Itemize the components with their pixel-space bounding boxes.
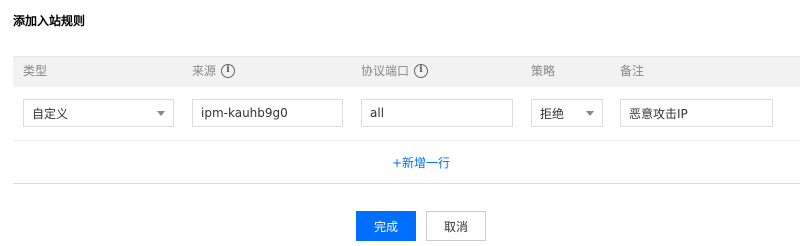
type-select[interactable]: 自定义 xyxy=(23,99,174,127)
policy-select-value: 拒绝 xyxy=(540,106,565,121)
footer-divider xyxy=(13,183,800,184)
column-header-source: 来源 i xyxy=(192,62,236,79)
chevron-down-icon xyxy=(586,110,594,116)
column-label: 协议端口 xyxy=(361,64,410,78)
column-header-remark: 备注 xyxy=(620,62,644,79)
cancel-button[interactable]: 取消 xyxy=(426,211,486,241)
source-field[interactable] xyxy=(192,99,343,127)
info-icon[interactable]: i xyxy=(414,63,429,78)
column-label: 备注 xyxy=(620,64,645,78)
column-label: 策略 xyxy=(531,64,556,78)
chevron-down-icon xyxy=(157,110,165,116)
row-divider xyxy=(13,140,800,141)
type-select-value: 自定义 xyxy=(32,106,69,121)
dialog-title: 添加入站规则 xyxy=(13,14,86,28)
confirm-button[interactable]: 完成 xyxy=(356,211,416,241)
remark-input[interactable] xyxy=(629,106,764,120)
column-label: 来源 xyxy=(192,64,217,78)
add-row-link[interactable]: +新增一行 xyxy=(392,154,450,171)
column-header-port: 协议端口 i xyxy=(361,62,429,79)
port-input[interactable] xyxy=(370,106,504,120)
column-header-type: 类型 xyxy=(23,62,47,79)
info-icon[interactable]: i xyxy=(221,63,236,78)
column-label: 类型 xyxy=(23,64,48,78)
remark-field[interactable] xyxy=(620,99,773,127)
column-header-policy: 策略 xyxy=(531,62,555,79)
source-input[interactable] xyxy=(201,106,334,120)
policy-select[interactable]: 拒绝 xyxy=(531,99,603,127)
port-field[interactable] xyxy=(361,99,513,127)
